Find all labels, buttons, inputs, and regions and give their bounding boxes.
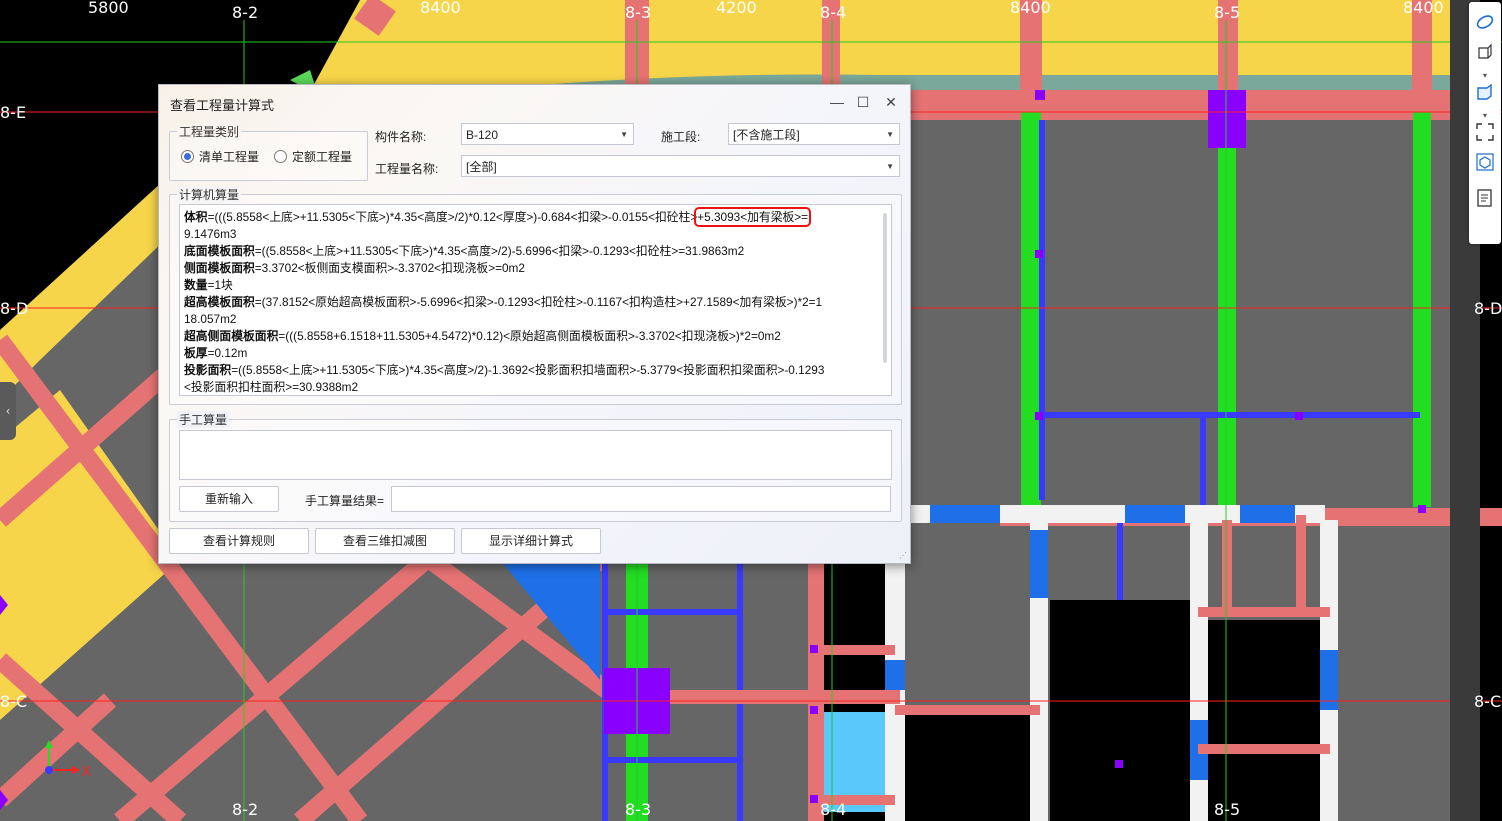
quantity-type-label: 工程量类别 (177, 123, 242, 140)
maximize-icon[interactable]: ☐ (853, 93, 873, 111)
green-wall-1 (1021, 112, 1041, 507)
quantity-name-select[interactable]: [全部] ▼ (461, 155, 900, 177)
dim-label-2: 8400 (420, 0, 461, 17)
formula-line: 板厚=0.12m (184, 346, 248, 360)
dim-label-3: 4200 (716, 0, 757, 17)
radio-unselected-icon (274, 150, 287, 163)
dim-label-1: 5800 (88, 0, 129, 17)
quantity-name-value: [全部] (466, 160, 497, 174)
formula-text-area[interactable]: 体积=(((5.8558<上底>+11.5305<下底>)*4.35<高度>/2… (179, 204, 892, 396)
formula-line: 底面模板面积=((5.8558<上底>+11.5305<下底>)*4.35<高度… (184, 244, 745, 258)
grid-row-label-8c: 8-C (0, 692, 27, 711)
minimize-icon[interactable]: — (827, 93, 847, 111)
axis-x-label: X (82, 765, 91, 780)
grid-col-label-85-top: 8-5 (1214, 3, 1240, 22)
cube-check-icon[interactable] (1475, 152, 1495, 172)
resize-grip-icon[interactable]: ⋰ (899, 552, 907, 560)
room-4 (905, 715, 1030, 821)
grid-col-label-83-bottom: 8-3 (625, 800, 651, 819)
view-3d-deduction-button[interactable]: 查看三维扣减图 (315, 528, 455, 554)
formula-line: 18.057m2 (184, 312, 237, 326)
3d-view-icon[interactable] (1475, 42, 1495, 62)
radio-bill-quantity-label: 清单工程量 (199, 150, 260, 164)
dim-label-4: 8400 (1010, 0, 1051, 17)
display-full-icon[interactable] (1475, 122, 1495, 142)
chevron-down-icon: ▼ (886, 130, 894, 139)
chevron-down-icon[interactable]: ▾ (1483, 112, 1493, 120)
radio-bill-quantity[interactable]: 清单工程量 (181, 148, 259, 165)
grid-row-label-8e: 8-E (0, 103, 26, 122)
formula-line: 超高侧面模板面积=(((5.8558+6.1518+11.5305+4.5472… (184, 329, 781, 343)
manual-calc-input[interactable] (179, 430, 892, 480)
green-wall-3 (1413, 112, 1431, 507)
manual-result-input[interactable] (391, 486, 891, 512)
construction-stage-label: 施工段: (661, 130, 701, 144)
display-mode-icon[interactable] (1475, 82, 1495, 102)
green-wall-2 (1218, 145, 1236, 515)
grid-col-label-82-bottom: 8-2 (232, 800, 258, 819)
computer-calc-label: 计算机算量 (177, 186, 242, 203)
grid-row-label-8d: 8-D (0, 299, 28, 318)
vertical-scrollbar[interactable] (883, 213, 887, 363)
radio-selected-icon (181, 150, 194, 163)
close-icon[interactable]: ✕ (881, 93, 901, 111)
component-name-value: B-120 (466, 128, 499, 142)
radio-norm-quantity[interactable]: 定额工程量 (274, 148, 352, 165)
quantity-name-label: 工程量名称: (375, 162, 439, 176)
radio-norm-quantity-label: 定额工程量 (292, 150, 353, 164)
construction-stage-select[interactable]: [不含施工段] ▼ (728, 123, 900, 145)
view-toolbar: ▾ ▾ (1469, 2, 1501, 244)
quantity-formula-dialog: 查看工程量计算式 — ☐ ✕ 工程量类别 清单工程量 定额工程量 构件名称: B… (158, 84, 911, 564)
grid-row-label-8d-right: 8-D (1474, 299, 1502, 318)
component-name-select[interactable]: B-120 ▼ (461, 123, 634, 145)
manual-calc-label: 手工算量 (177, 411, 230, 428)
component-name-label: 构件名称: (375, 130, 427, 144)
report-icon[interactable] (1475, 188, 1495, 208)
side-panel-toggle[interactable]: ‹ (0, 382, 16, 440)
show-detail-formula-button[interactable]: 显示详细计算式 (461, 528, 601, 554)
manual-result-label: 手工算量结果= (305, 494, 385, 508)
grid-col-label-84-top: 8-4 (820, 3, 846, 22)
formula-line: 投影面积=((5.8558<上底>+11.5305<下底>)*4.35<高度>/… (184, 363, 825, 377)
chevron-down-icon[interactable]: ▾ (1483, 72, 1493, 80)
formula-text: 体积=(((5.8558<上底>+11.5305<下底>)*4.35<高度>/2… (184, 207, 876, 395)
grid-col-label-83-top: 8-3 (625, 3, 651, 22)
grid-col-label-85-bottom: 8-5 (1214, 800, 1240, 819)
reinput-button[interactable]: 重新输入 (179, 486, 279, 512)
formula-line: 体积=(((5.8558<上底>+11.5305<下底>)*4.35<高度>/2… (184, 207, 812, 227)
dynamic-observe-icon[interactable] (1475, 12, 1495, 32)
room-2 (1050, 600, 1190, 821)
highlighted-term: +5.3093<加有梁板>= (694, 207, 812, 227)
formula-line: 数量=1块 (184, 278, 233, 292)
grid-col-label-84-bottom: 8-4 (820, 800, 846, 819)
dialog-title: 查看工程量计算式 (170, 98, 275, 113)
formula-line: 9.1476m3 (184, 227, 237, 241)
formula-line: 超高模板面积=(37.8152<原始超高模板面积>-5.6996<扣梁>-0.1… (184, 295, 823, 309)
beam-top (895, 90, 1455, 120)
dim-label-5: 8400 (1403, 0, 1444, 17)
chevron-down-icon: ▼ (886, 162, 894, 171)
grid-row-label-8c-right: 8-C (1474, 692, 1501, 711)
view-calc-rules-button[interactable]: 查看计算规则 (169, 528, 309, 554)
formula-line: 侧面模板面积=3.3702<板侧面支模面积>-3.3702<扣现浇板>=0m2 (184, 261, 525, 275)
formula-line: <投影面积扣柱面积>=30.9388m2 (184, 380, 359, 394)
chevron-left-icon: ‹ (5, 404, 11, 418)
chevron-down-icon: ▼ (620, 130, 628, 139)
grid-col-label-82-top: 8-2 (232, 3, 258, 22)
construction-stage-value: [不含施工段] (733, 128, 800, 142)
room-3 (1208, 620, 1320, 821)
